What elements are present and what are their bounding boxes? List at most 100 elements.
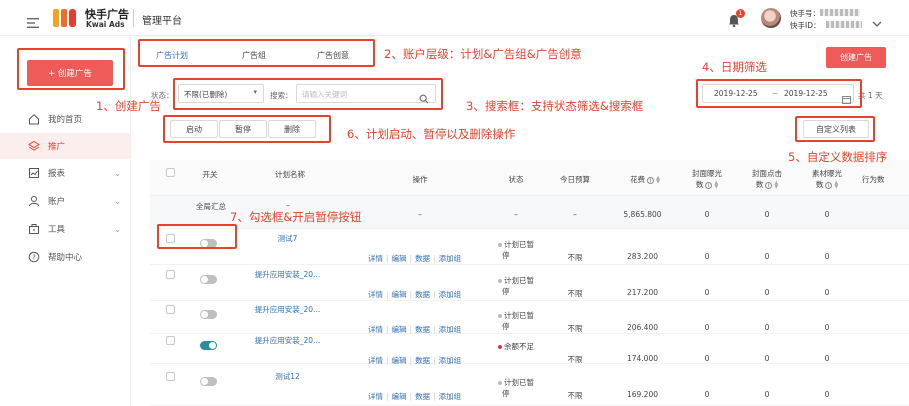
row-status-line1: 计划已暂 [504, 311, 534, 320]
detail-link[interactable]: 详情 [368, 254, 383, 263]
row-toggle-switch[interactable] [200, 310, 217, 319]
layers-icon [28, 140, 40, 152]
header-clicks[interactable]: 封面点击数 i ▲ ▼ [742, 168, 792, 190]
sort-icon: ▲ ▼ [656, 175, 660, 185]
separator: | [433, 392, 436, 401]
menu-icon[interactable] [27, 13, 39, 28]
avatar[interactable] [761, 8, 781, 28]
svg-text:?: ? [32, 254, 36, 262]
sidebar-item-label: 帮助中心 [48, 253, 83, 263]
header-plan-name: 计划名称 [275, 170, 305, 179]
add-group-link[interactable]: 添加组 [439, 392, 462, 401]
summary-budget: – [573, 210, 577, 219]
header-impressions[interactable]: 封面曝光数 i ▲ ▼ [682, 168, 732, 190]
separator: | [433, 254, 436, 263]
annotation-date: 4、日期筛选 [702, 60, 767, 74]
info-icon: i [647, 176, 655, 184]
row-checkbox[interactable] [166, 305, 175, 314]
platform-title: 管理平台 [142, 16, 182, 27]
row-impressions: 0 [704, 323, 710, 332]
row-cost: 169.200 [626, 390, 658, 399]
annotation-box-tabs [138, 39, 375, 67]
row-status: 计划已暂停 [498, 377, 548, 399]
create-ad-button[interactable]: 创建广告 [826, 47, 886, 68]
annotation-actions: 6、计划启动、暂停以及删除操作 [347, 127, 516, 141]
data-link[interactable]: 数据 [415, 254, 430, 263]
edit-link[interactable]: 编辑 [392, 392, 407, 401]
row-status-line1: 计划已暂 [504, 276, 534, 285]
plan-name-link[interactable]: 提升应用安装_20... [240, 304, 335, 315]
row-checkbox[interactable] [166, 336, 175, 345]
header-material[interactable]: 素材曝光数 i ▲ ▼ [802, 168, 852, 190]
separator: | [409, 290, 413, 299]
row-status: 计划已暂停 [498, 275, 548, 297]
row-operations: 详情 | 编辑 | 数据 | 添加组 [368, 391, 464, 402]
separator: | [409, 325, 413, 334]
notification-badge: 1 [736, 9, 745, 18]
separator: | [386, 325, 389, 334]
row-impressions: 0 [704, 252, 710, 261]
row-cost: 217.200 [626, 288, 658, 297]
edit-link[interactable]: 编辑 [392, 254, 407, 263]
add-group-link[interactable]: 添加组 [439, 325, 462, 334]
row-impressions: 0 [704, 288, 710, 297]
brand-name-en: Kwai Ads [86, 20, 125, 29]
row-status-line2: 停 [502, 322, 510, 331]
row-operations: 详情 | 编辑 | 数据 | 添加组 [368, 289, 464, 300]
sidebar-item-tools[interactable]: 工具 ⌄ [0, 216, 131, 242]
edit-link[interactable]: 编辑 [392, 325, 407, 334]
row-cost: 283.200 [626, 252, 658, 261]
plan-name-link[interactable]: 测试12 [240, 371, 335, 382]
sidebar-item-label: 账户 [48, 197, 66, 207]
sidebar-item-label: 我的首页 [48, 115, 83, 125]
data-link[interactable]: 数据 [415, 290, 430, 299]
logo-icon [52, 7, 78, 29]
add-group-link[interactable]: 添加组 [439, 290, 462, 299]
row-budget: 不限 [567, 253, 583, 262]
row-checkbox[interactable] [166, 372, 175, 381]
select-all-checkbox[interactable] [166, 168, 175, 177]
row-cost: 206.400 [626, 323, 658, 332]
info-icon: i [825, 181, 833, 189]
brand-divider [133, 9, 134, 27]
annotation-box-toggle [157, 224, 237, 249]
sidebar: + 创建广告 我的首页 推广 报表 ⌄ 账户 ⌄ 工具 ⌄ ? 帮助中心 [0, 36, 131, 406]
row-toggle-switch[interactable] [200, 377, 217, 386]
chevron-down-icon[interactable] [872, 13, 882, 27]
separator: | [433, 290, 436, 299]
annotation-checkbox-toggle: 7、勾选框&开启暂停按钮 [230, 210, 362, 224]
annotation-box-date [696, 79, 862, 108]
plan-name-link[interactable]: 提升应用安装_20... [240, 335, 335, 346]
status-dot-icon [498, 243, 502, 247]
top-bar: 快手广告 Kwai Ads 管理平台 1 快手号： 快手ID： [0, 0, 909, 36]
user-icon [28, 195, 40, 207]
sidebar-item-help[interactable]: ? 帮助中心 [0, 244, 131, 270]
status-dot-icon [498, 314, 502, 318]
plan-name-link[interactable]: 测试7 [240, 233, 335, 244]
detail-link[interactable]: 详情 [368, 392, 383, 401]
plan-name-link[interactable]: 提升应用安装_20... [240, 269, 335, 280]
row-status-line2: 停 [502, 251, 510, 260]
data-link[interactable]: 数据 [415, 392, 430, 401]
add-group-link[interactable]: 添加组 [439, 254, 462, 263]
sidebar-item-account[interactable]: 账户 ⌄ [0, 188, 131, 214]
header-switch: 开关 [202, 170, 218, 179]
summary-cost: 5,865.800 [623, 210, 662, 219]
detail-link[interactable]: 详情 [368, 325, 383, 334]
row-status-line1: 计划已暂 [504, 240, 534, 249]
sort-icon: ▲ ▼ [714, 180, 719, 190]
status-dot-icon [498, 279, 502, 283]
data-link[interactable]: 数据 [415, 325, 430, 334]
row-material: 0 [824, 323, 830, 332]
header-cost[interactable]: 花费 i ▲ ▼ [620, 174, 670, 185]
sidebar-item-promotion[interactable]: 推广 [0, 133, 131, 159]
edit-link[interactable]: 编辑 [392, 290, 407, 299]
detail-link[interactable]: 详情 [368, 290, 383, 299]
row-toggle-switch[interactable] [200, 341, 217, 350]
row-toggle-switch[interactable] [200, 275, 217, 284]
sidebar-item-reports[interactable]: 报表 ⌄ [0, 160, 131, 186]
account-id-masked [826, 21, 862, 28]
summary-clicks: 0 [764, 210, 770, 219]
row-checkbox[interactable] [166, 270, 175, 279]
status-dot-icon [498, 345, 502, 349]
